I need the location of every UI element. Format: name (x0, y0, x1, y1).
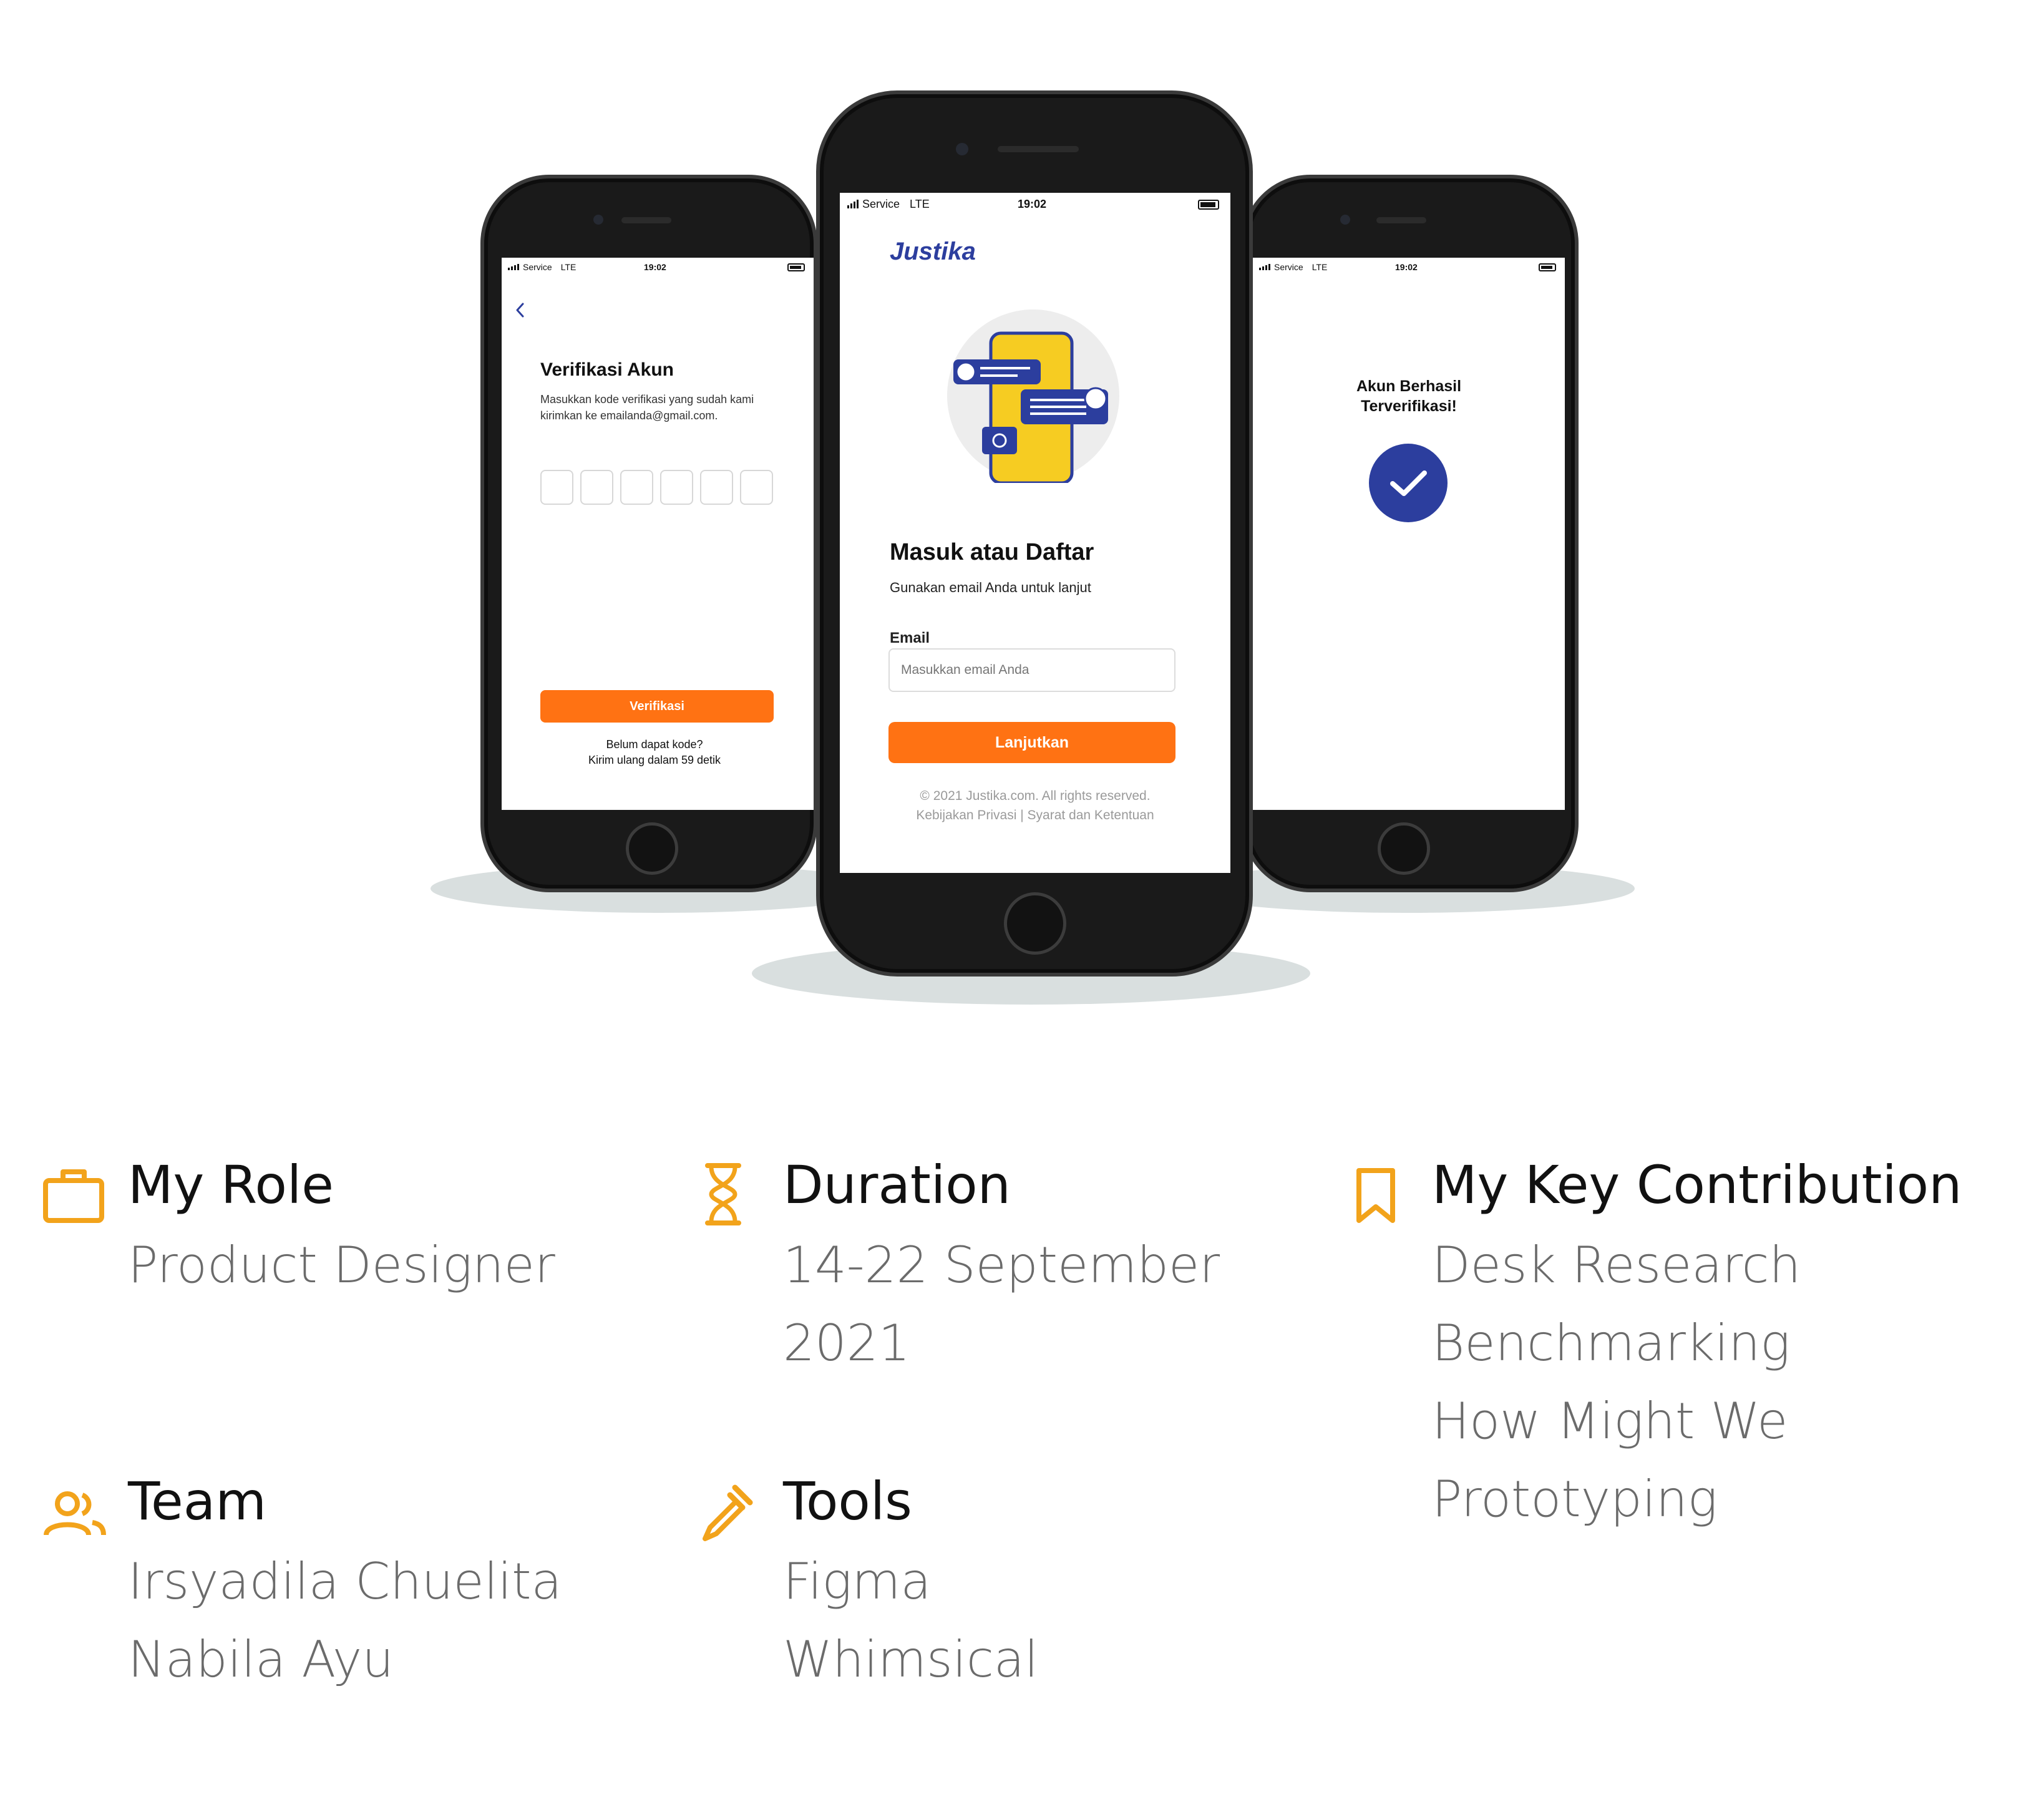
signal-icon (508, 264, 519, 270)
eyedropper-icon (703, 1484, 753, 1541)
resend-line1: Belum dapat kode? (606, 738, 703, 751)
phone-left-screen: Service LTE 19:02 Verifikasi Akun Masukk… (502, 258, 814, 810)
phone-right-screen: Service LTE 19:02 Akun Berhasil Terverif… (1253, 258, 1565, 810)
role-title: My Role (128, 1154, 334, 1215)
email-input[interactable] (888, 648, 1175, 692)
hourglass-icon (705, 1163, 741, 1225)
status-bar: Service LTE 19:02 (1253, 258, 1565, 276)
phone-center: Service LTE 19:02 Justika Masuk atau Daf… (816, 90, 1253, 977)
home-button[interactable] (626, 822, 678, 875)
otp-digit-field[interactable] (620, 470, 653, 505)
otp-digit-field[interactable] (540, 470, 573, 505)
camera (1340, 215, 1350, 225)
bookmark-icon (1356, 1168, 1395, 1223)
phone-center-screen: Service LTE 19:02 Justika Masuk atau Daf… (840, 193, 1230, 873)
page-title: Masuk atau Daftar (890, 539, 1094, 565)
contribution-item: Prototyping (1432, 1470, 1718, 1528)
contribution-item: Desk Research (1432, 1236, 1801, 1294)
signal-icon (847, 200, 859, 208)
status-bar: Service LTE 19:02 (502, 258, 814, 276)
home-button[interactable] (1004, 892, 1066, 955)
status-time: 19:02 (1018, 197, 1047, 210)
network: LTE (1312, 262, 1328, 272)
continue-button[interactable]: Lanjutkan (888, 722, 1175, 763)
carrier: Service (862, 197, 900, 210)
speaker (621, 217, 671, 223)
carrier: Service (523, 262, 552, 272)
home-button[interactable] (1378, 822, 1430, 875)
verify-button[interactable]: Verifikasi (540, 690, 774, 723)
briefcase-icon (43, 1169, 104, 1223)
page-subtitle: Gunakan email Anda untuk lanjut (890, 580, 1091, 595)
battery-icon (1539, 263, 1556, 271)
network: LTE (910, 197, 930, 210)
contribution-item: How Might We (1432, 1392, 1788, 1450)
policy-links[interactable]: Kebijakan Privasi | Syarat dan Ketentuan (840, 808, 1230, 823)
success-title-line1: Akun Berhasil (1356, 378, 1462, 395)
justika-logo: Justika (890, 238, 976, 265)
speaker (998, 146, 1079, 152)
camera (956, 143, 968, 155)
status-time: 19:02 (1395, 262, 1418, 272)
page-title: Verifikasi Akun (540, 359, 674, 380)
tool-item: Whimsical (783, 1630, 1039, 1688)
chat-illustration (947, 309, 1119, 483)
team-title: Team (128, 1471, 267, 1532)
otp-digit-field[interactable] (740, 470, 773, 505)
phone-left: Service LTE 19:02 Verifikasi Akun Masukk… (480, 175, 817, 892)
users-icon (44, 1491, 106, 1536)
contribution-title: My Key Contribution (1432, 1154, 1962, 1215)
battery-icon (1198, 200, 1219, 210)
success-title-line2: Terverifikasi! (1361, 397, 1457, 415)
otp-digit-field[interactable] (700, 470, 733, 505)
signal-icon (1259, 264, 1270, 270)
team-member: Nabila Ayu (128, 1630, 394, 1688)
resend-countdown[interactable]: Kirim ulang dalam 59 detik (502, 754, 807, 767)
battery-icon (787, 263, 805, 271)
team-member: Irsyadila Chuelita (128, 1552, 562, 1610)
phone-right: Service LTE 19:02 Akun Berhasil Terverif… (1242, 175, 1579, 892)
otp-digit-field[interactable] (580, 470, 613, 505)
duration-value-line1: 14-22 September (783, 1236, 1220, 1294)
otp-input-group[interactable] (540, 470, 773, 505)
tool-item: Figma (783, 1552, 932, 1610)
email-label: Email (890, 630, 930, 646)
copyright-text: © 2021 Justika.com. All rights reserved. (920, 789, 1151, 803)
tools-title: Tools (783, 1471, 912, 1532)
duration-value-line2: 2021 (783, 1314, 910, 1372)
duration-title: Duration (783, 1154, 1011, 1215)
network: LTE (560, 262, 577, 272)
description-line2: kirimkan ke emailanda@gmail.com. (540, 409, 718, 422)
speaker (1376, 217, 1426, 223)
camera (593, 215, 603, 225)
status-bar: Service LTE 19:02 (840, 193, 1230, 215)
status-time: 19:02 (644, 262, 666, 272)
carrier: Service (1274, 262, 1303, 272)
otp-digit-field[interactable] (660, 470, 693, 505)
check-circle-icon (1369, 444, 1448, 522)
contribution-item: Benchmarking (1432, 1314, 1791, 1372)
chevron-left-icon[interactable] (514, 301, 527, 319)
role-value: Product Designer (128, 1236, 555, 1294)
description-line1: Masukkan kode verifikasi yang sudah kami (540, 393, 754, 406)
